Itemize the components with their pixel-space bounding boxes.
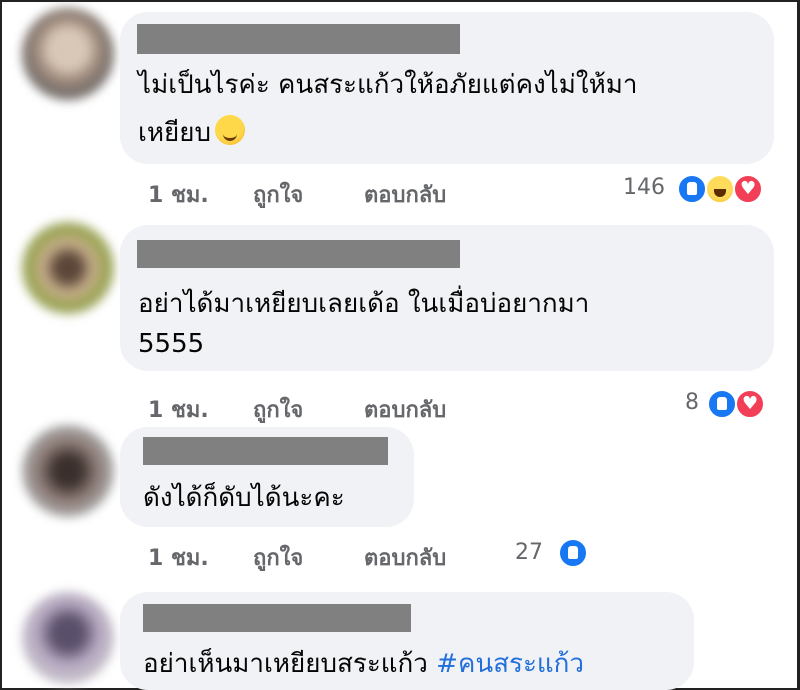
reply-button[interactable]: ตอบกลับ <box>364 177 446 212</box>
comment-text-line: อย่าเห็นมาเหยียบสระแก้ว #คนสระแก้ว <box>143 643 584 685</box>
reaction-count[interactable]: 8 <box>685 390 699 415</box>
redacted-author-name <box>137 240 460 268</box>
comment-text-line: อย่าได้มาเหยียบเลยเด้อ ในเมื่อบ่อยากมา <box>138 289 590 319</box>
comment-text-line: 5555 <box>138 329 205 359</box>
reply-button[interactable]: ตอบกลับ <box>364 392 446 427</box>
avatar[interactable] <box>22 8 114 100</box>
like-button[interactable]: ถูกใจ <box>253 392 303 427</box>
like-button[interactable]: ถูกใจ <box>253 540 303 575</box>
avatar[interactable] <box>22 222 114 314</box>
hashtag-link[interactable]: #คนสระแก้ว <box>436 649 584 679</box>
like-reaction-icon[interactable] <box>677 174 707 204</box>
redacted-author-name <box>137 24 460 54</box>
avatar[interactable] <box>22 425 114 517</box>
like-reaction-icon[interactable] <box>558 538 588 568</box>
comment-text: อย่าเห็นมาเหยียบสระแก้ว <box>143 649 437 679</box>
comment-text: เหยียบ <box>138 118 211 148</box>
love-reaction-icon[interactable] <box>733 174 763 204</box>
avatar[interactable] <box>22 592 114 684</box>
comment-text-line: ไม่เป็นไรค่ะ คนสระแก้วให้อภัยแต่คงไม่ให้… <box>138 70 638 100</box>
love-reaction-icon[interactable] <box>735 389 765 419</box>
reaction-count[interactable]: 27 <box>515 540 543 565</box>
comment-timestamp[interactable]: 1 ชม. <box>148 540 209 575</box>
comment-text-line: เหยียบ <box>138 112 245 154</box>
haha-reaction-icon[interactable] <box>705 174 735 204</box>
comment-text-line: ดังได้ก็ดับได้นะคะ <box>143 483 345 513</box>
reply-button[interactable]: ตอบกลับ <box>364 540 446 575</box>
comment-timestamp[interactable]: 1 ชม. <box>148 392 209 427</box>
reaction-count[interactable]: 146 <box>623 175 665 200</box>
redacted-author-name <box>143 437 388 465</box>
redacted-author-name <box>143 604 411 632</box>
comment-timestamp[interactable]: 1 ชม. <box>148 177 209 212</box>
smirking-face-icon <box>215 115 245 145</box>
like-button[interactable]: ถูกใจ <box>253 177 303 212</box>
like-reaction-icon[interactable] <box>707 389 737 419</box>
